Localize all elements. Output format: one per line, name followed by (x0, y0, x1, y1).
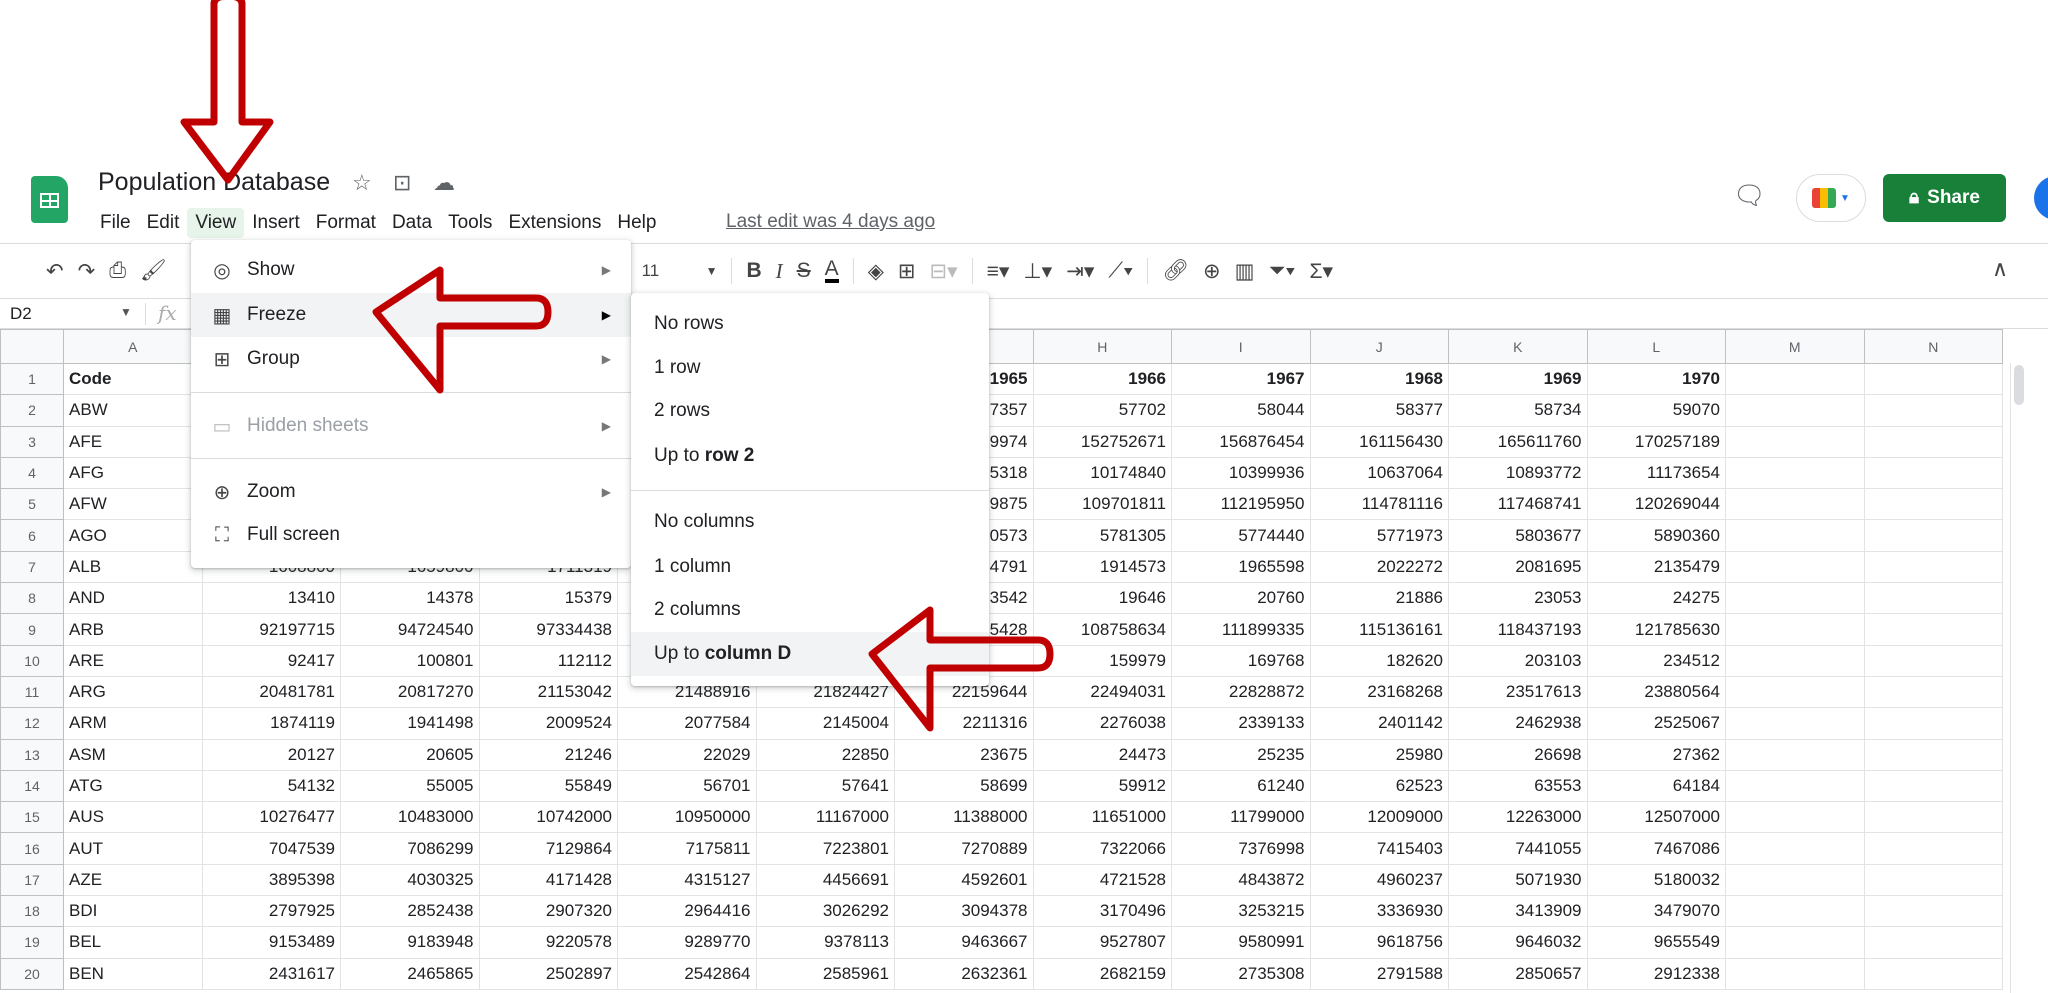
annotation-arrows (180, 0, 1054, 732)
down-arrow-annotation (180, 0, 274, 184)
left-arrow-freeze-annotation (372, 266, 552, 394)
left-arrow-column-d-annotation (868, 606, 1054, 732)
